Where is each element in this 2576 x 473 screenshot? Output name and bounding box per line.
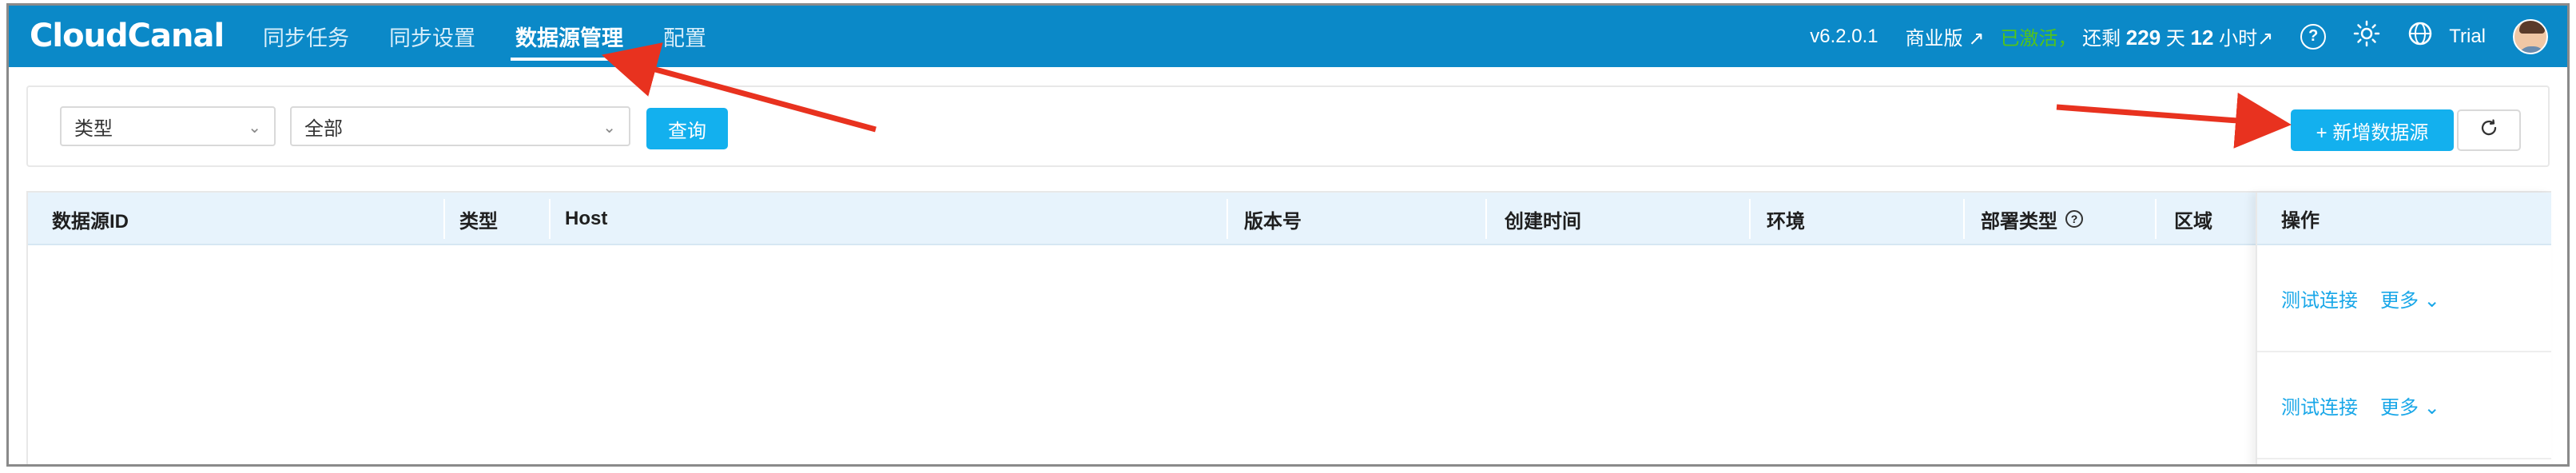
operations-column: 操作 测试连接 更多 ⌄ 测试连接 更多 ⌄ [2256, 193, 2551, 464]
col-divider [549, 199, 551, 239]
app-window: CloudCanal 同步任务 同步设置 数据源管理 配置 v6.2.0.1 商… [6, 3, 2570, 467]
logo-text: CloudCanal [30, 18, 225, 54]
remain-days: 229 [2125, 26, 2161, 50]
help-icon[interactable]: ? [2300, 23, 2327, 50]
question-icon[interactable]: ? [2065, 210, 2083, 228]
activated-label: 已激活， [2000, 28, 2077, 50]
all-select[interactable]: 全部 ⌄ [290, 106, 630, 146]
chevron-down-icon: ⌄ [602, 119, 616, 137]
table-row: 测试连接 更多 ⌄ [2257, 352, 2551, 459]
col-created-time[interactable]: 创建时间 [1505, 193, 1581, 245]
col-divider [1749, 199, 1751, 239]
avatar[interactable] [2513, 18, 2548, 54]
table-row: 测试连接 更多 ⌄ [2257, 245, 2551, 352]
test-connection-link[interactable]: 测试连接 [2281, 284, 2358, 312]
nav-sync-tasks[interactable]: 同步任务 [263, 6, 349, 67]
version-label: v6.2.0.1 [1810, 25, 1878, 47]
remain-prefix: 还剩 [2082, 28, 2121, 50]
col-host[interactable]: Host [565, 193, 607, 245]
col-version[interactable]: 版本号 [1244, 193, 1302, 245]
nav-config[interactable]: 配置 [663, 6, 706, 67]
col-divider [1963, 199, 1965, 239]
theme-sun-icon[interactable] [2353, 20, 2380, 53]
col-divider [443, 199, 445, 239]
col-region[interactable]: 区域 [2174, 193, 2212, 245]
top-navbar: CloudCanal 同步任务 同步设置 数据源管理 配置 v6.2.0.1 商… [9, 6, 2567, 67]
col-deploy-type-label: 部署类型 [1981, 210, 2057, 233]
filter-panel: 类型 ⌄ 全部 ⌄ 查询 + 新增数据源 [26, 85, 2550, 167]
more-dropdown[interactable]: 更多 ⌄ [2380, 284, 2440, 312]
type-select-value: 类型 [74, 117, 113, 140]
test-connection-link[interactable]: 测试连接 [2281, 392, 2358, 419]
nav-datasource-management[interactable]: 数据源管理 [511, 6, 628, 67]
col-datasource-id[interactable]: 数据源ID [52, 193, 129, 245]
header-right: v6.2.0.1 商业版 ↗ 已激活， 还剩 229 天 12 小时↗ ? Tr… [1783, 6, 2548, 67]
logo[interactable]: CloudCanal [30, 15, 225, 57]
type-select[interactable]: 类型 ⌄ [60, 106, 276, 146]
datasource-table: 数据源ID 类型 Host 版本号 创建时间 环境 部署类型 ? 区域 操作 测… [26, 191, 2551, 464]
days-unit: 天 [2165, 28, 2185, 50]
language-globe-icon[interactable] [2407, 21, 2433, 52]
refresh-icon [2479, 117, 2499, 144]
col-divider [2155, 199, 2157, 239]
col-environment[interactable]: 环境 [1767, 193, 1805, 245]
query-button[interactable]: 查询 [646, 108, 728, 149]
col-deploy-type[interactable]: 部署类型 ? [1981, 193, 2083, 245]
add-datasource-button[interactable]: + 新增数据源 [2291, 109, 2454, 151]
all-select-value: 全部 [304, 117, 343, 140]
user-name[interactable]: Trial [2449, 26, 2486, 48]
col-type[interactable]: 类型 [459, 193, 498, 245]
remain-hours: 12 [2190, 26, 2214, 50]
license-status: 已激活， 还剩 229 天 12 小时↗ [2000, 22, 2273, 50]
col-divider [1485, 199, 1487, 239]
refresh-button[interactable] [2457, 109, 2521, 151]
chevron-down-icon: ⌄ [248, 119, 261, 137]
table-header: 数据源ID 类型 Host 版本号 创建时间 环境 部署类型 ? 区域 [28, 193, 2550, 245]
main-nav: 同步任务 同步设置 数据源管理 配置 [263, 6, 746, 67]
more-dropdown[interactable]: 更多 ⌄ [2380, 392, 2440, 419]
col-operations: 操作 [2257, 193, 2551, 245]
nav-sync-settings[interactable]: 同步设置 [389, 6, 475, 67]
edition-link[interactable]: 商业版 ↗ [1906, 22, 1985, 50]
col-divider [1226, 199, 1228, 239]
hours-unit-link[interactable]: 小时↗ [2219, 28, 2273, 50]
